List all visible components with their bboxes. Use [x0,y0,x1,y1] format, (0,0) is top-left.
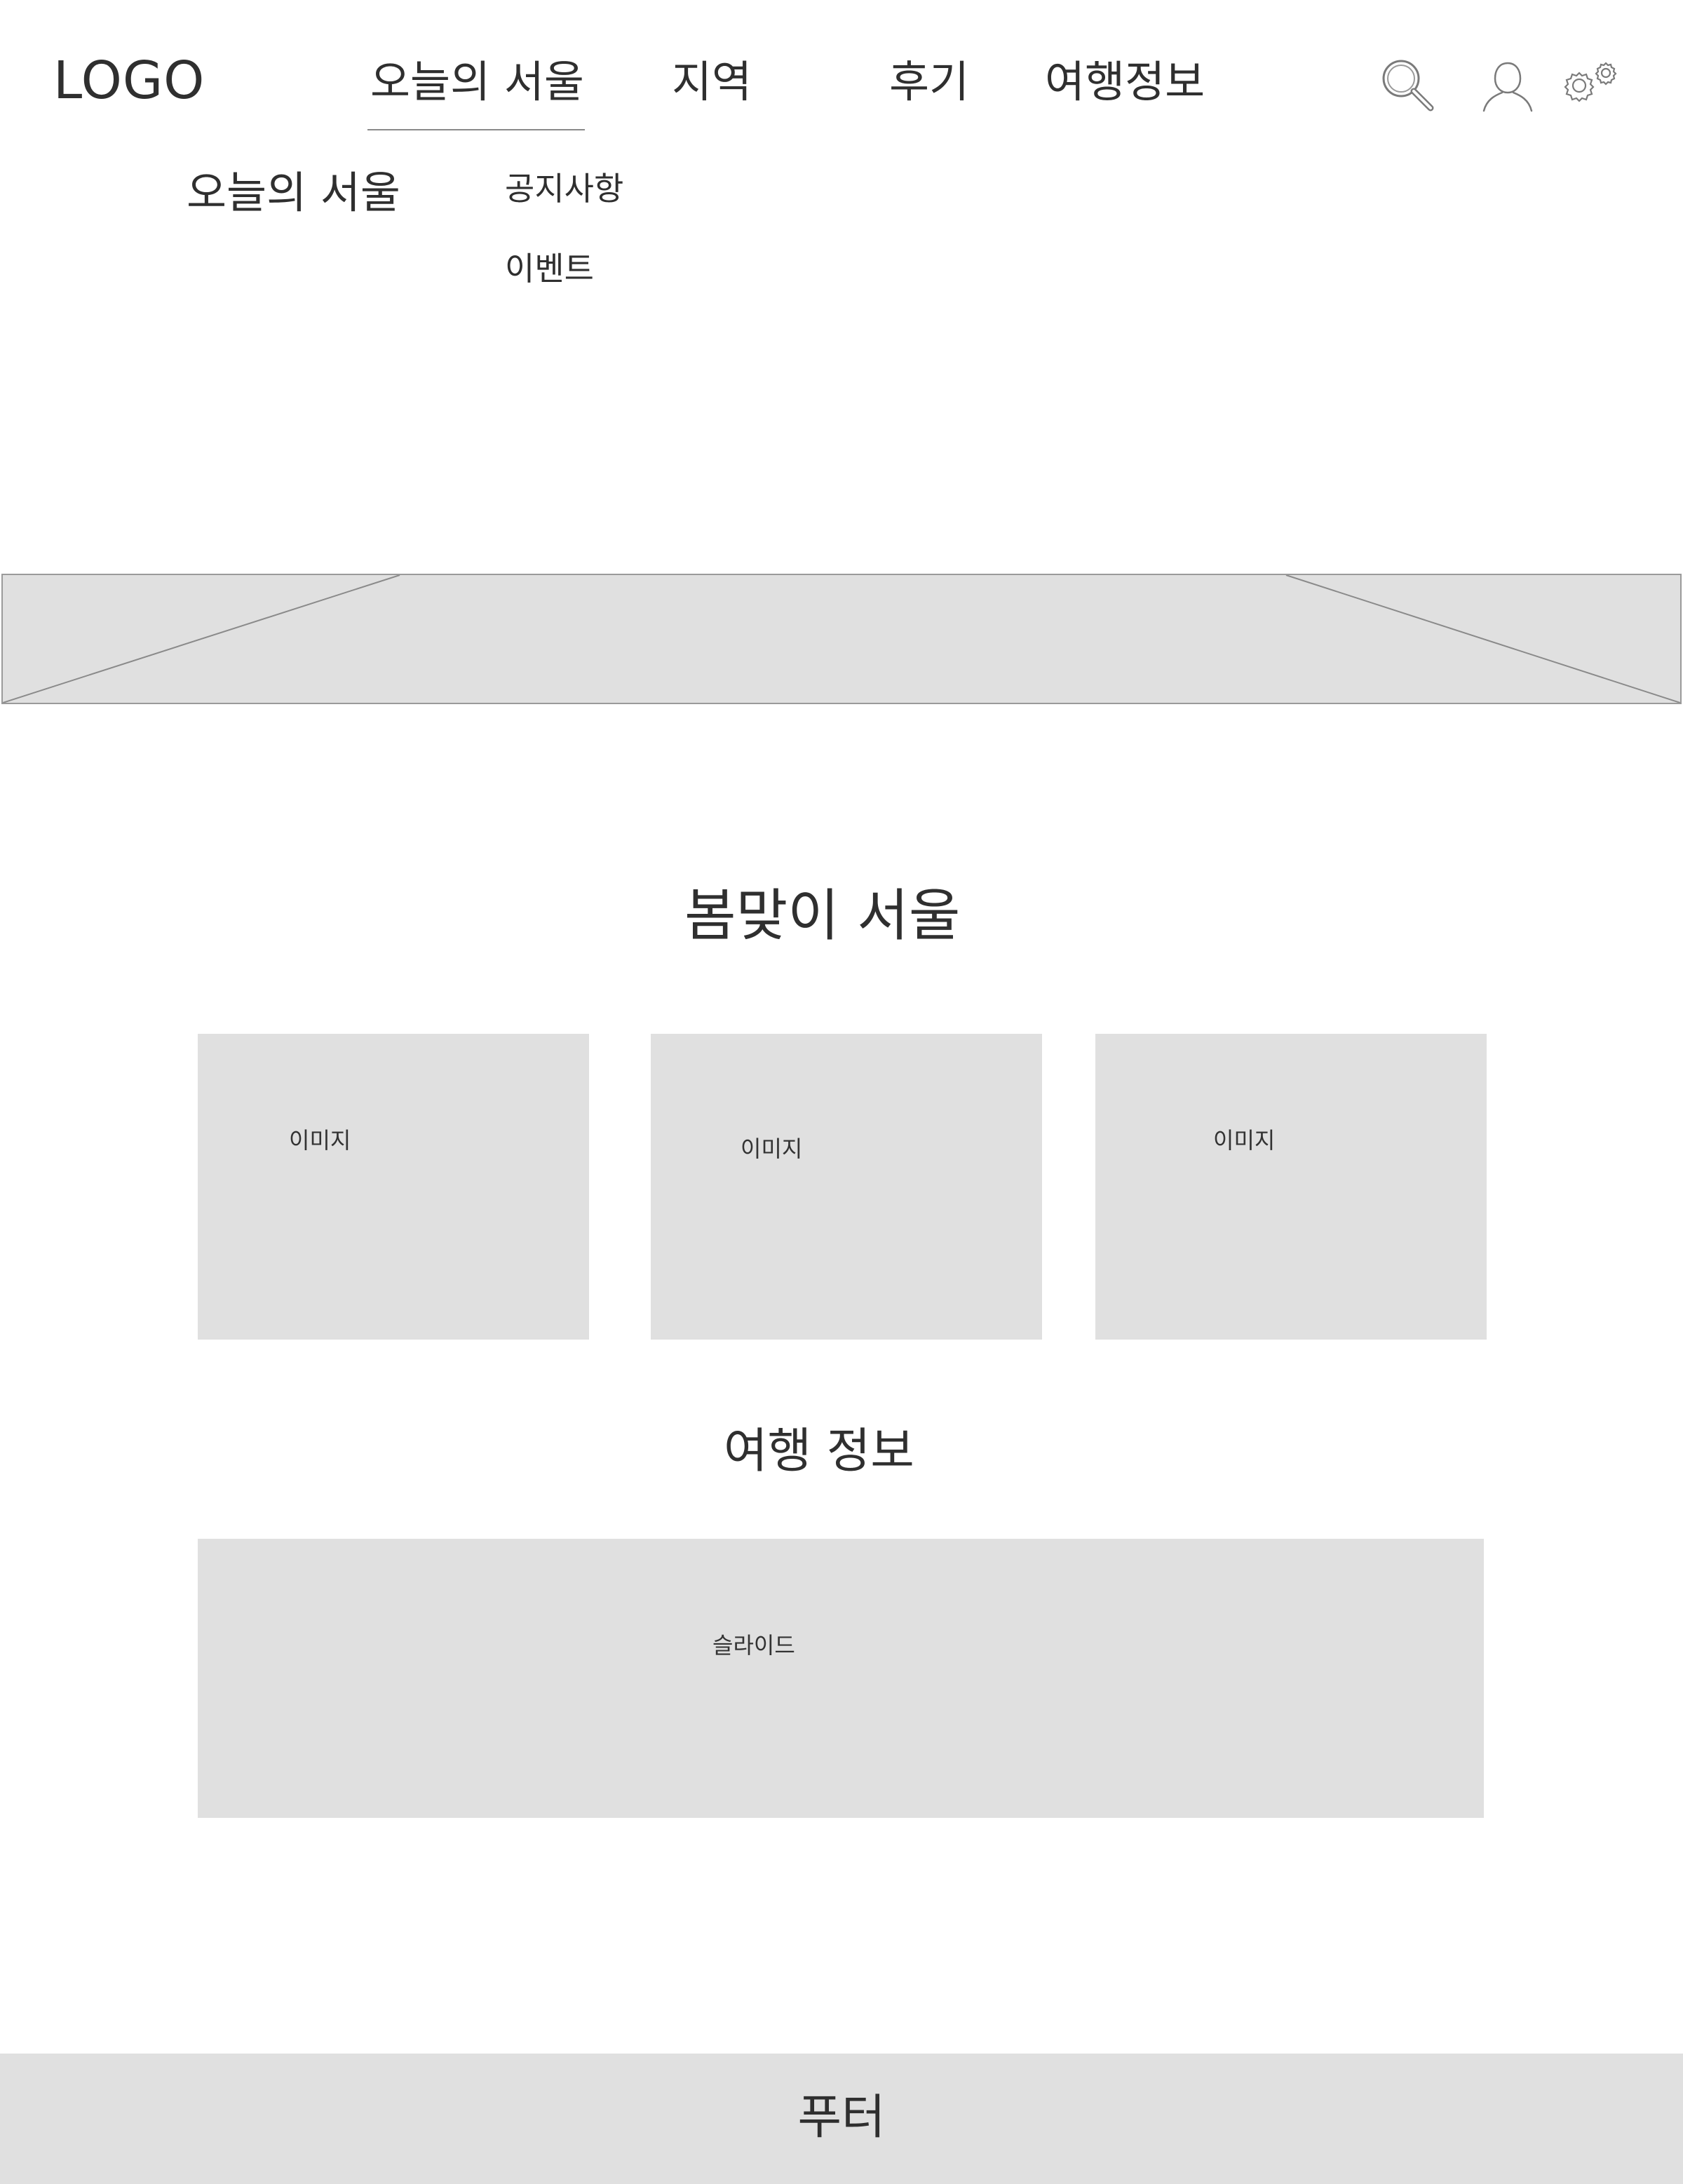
logo[interactable]: LOGO [53,55,205,107]
slider-placeholder[interactable]: 슬라이드 [198,1539,1484,1818]
section-title-spring: 봄맞이 서울 [684,883,961,948]
hero-banner-placeholder [1,574,1682,704]
image-card[interactable]: 이미지 [651,1034,1042,1340]
image-card-label: 이미지 [1213,1127,1276,1154]
image-card-label: 이미지 [741,1135,803,1162]
image-card[interactable]: 이미지 [198,1034,589,1340]
nav-active-underline [367,129,585,130]
submenu-link-event[interactable]: 이벤트 [505,252,594,285]
image-card-label: 이미지 [289,1127,351,1154]
submenu-title: 오늘의 서울 [187,167,400,218]
footer: 푸터 [0,2054,1683,2184]
nav-item-review[interactable]: 후기 [889,60,969,104]
section-title-travel-info: 여행 정보 [724,1424,914,1479]
submenu-link-notice[interactable]: 공지사항 [505,173,623,205]
image-card[interactable]: 이미지 [1095,1034,1487,1340]
nav-item-region[interactable]: 지역 [672,60,752,104]
settings-icon[interactable] [1561,59,1621,105]
slider-label: 슬라이드 [712,1632,795,1659]
nav-item-today-seoul[interactable]: 오늘의 서울 [370,60,584,104]
user-icon[interactable] [1480,58,1536,114]
search-icon[interactable] [1379,56,1436,114]
footer-label: 푸터 [797,2090,886,2145]
nav-item-travel-info[interactable]: 여행정보 [1045,60,1205,104]
